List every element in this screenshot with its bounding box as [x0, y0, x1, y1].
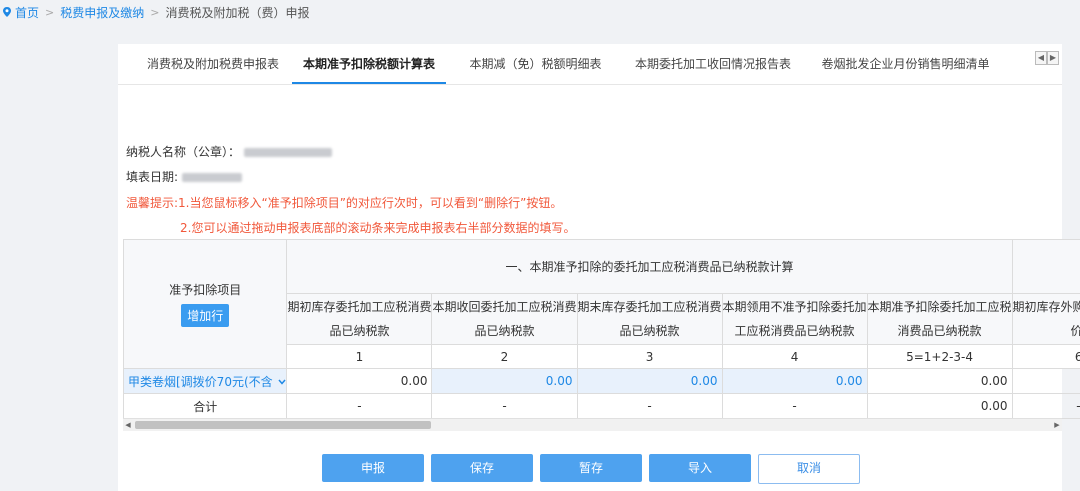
table-row: 合计 - - - - 0.00 - — [122, 393, 1080, 419]
tab-scroll-right-icon[interactable]: ▶ — [1047, 51, 1059, 65]
scrollbar-thumb[interactable] — [135, 421, 431, 429]
taxpayer-name-row: 纳税人名称（公章）： — [126, 143, 332, 160]
scroll-right-arrow-icon[interactable]: ▶ — [1052, 419, 1062, 431]
breadcrumb-tax-filing[interactable]: 税费申报及缴纳 — [60, 4, 144, 21]
fill-date-row: 填表日期: — [126, 168, 242, 185]
tip-text-1: 1.当您鼠标移入“准予扣除项目”的对应行次时，可以看到“删除行”按钮。 — [178, 196, 563, 210]
item-select[interactable]: 甲类卷烟[调拨价70元(不含 — [122, 368, 288, 394]
column-header-3-line1: 期末库存委托加工应税消费 — [577, 300, 722, 314]
column-header-5-line1: 本期准予扣除委托加工应税 — [867, 300, 1012, 314]
total-value-2: - — [431, 393, 578, 419]
column-header-3: 期末库存委托加工应税消费 品已纳税款 — [576, 293, 723, 345]
tip-label: 温馨提示: — [126, 196, 179, 210]
column-header-1-line2: 品已纳税款 — [329, 324, 390, 338]
location-pin-icon — [3, 7, 11, 17]
total-value-6: - — [1011, 393, 1080, 419]
horizontal-scrollbar[interactable]: ◀ ▶ — [123, 418, 1062, 431]
breadcrumb-separator: > — [45, 5, 55, 19]
column-header-6-line2: 价 — [1013, 319, 1080, 343]
column-header-4: 本期领用不准予扣除委托加 工应税消费品已纳税款 — [721, 293, 868, 345]
column-header-2: 本期收回委托加工应税消费 品已纳税款 — [431, 293, 578, 345]
input-value-4[interactable]: 0.00 — [721, 368, 868, 394]
total-value-5: 0.00 — [866, 393, 1013, 419]
breadcrumb-separator: > — [150, 5, 160, 19]
column-header-6-line1: 期初库存外购 — [1012, 300, 1080, 314]
tip-text-2: 2.您可以通过拖动申报表底部的滚动条来完成申报表右半部分数据的填写。 — [180, 221, 576, 235]
chevron-down-icon — [278, 379, 286, 385]
tab-cigarette-wholesale-sales[interactable]: 卷烟批发企业月份销售明细清单 — [818, 44, 993, 84]
tab-deductible-tax-calc[interactable]: 本期准予扣除税额计算表 — [292, 44, 446, 84]
column-header-3-line2: 品已纳税款 — [619, 324, 680, 338]
column-header-2-line2: 品已纳税款 — [474, 324, 535, 338]
item-header: 准予扣除项目 — [169, 283, 242, 297]
column-number-2: 2 — [431, 344, 578, 369]
form-panel: 消费税及附加税费申报表 本期准予扣除税额计算表 本期减（免）税额明细表 本期委托… — [118, 44, 1080, 491]
item-header-cell: 准予扣除项目 增加行 — [122, 239, 288, 369]
total-value-1: - — [286, 393, 433, 419]
taxpayer-name-redacted — [243, 148, 332, 157]
column-header-6: 期初库存外购价 — [1011, 293, 1080, 345]
tip-row-1: 温馨提示:1.当您鼠标移入“准予扣除项目”的对应行次时，可以看到“删除行”按钮。 — [126, 194, 562, 211]
table-row: 甲类卷烟[调拨价70元(不含 0.00 0.00 0.00 0.00 0.00 — [122, 368, 1080, 394]
input-value-3[interactable]: 0.00 — [576, 368, 723, 394]
declare-button[interactable]: 申报 — [322, 454, 424, 482]
column-header-2-line1: 本期收回委托加工应税消费 — [432, 300, 577, 314]
cell-value-5: 0.00 — [866, 368, 1013, 394]
column-header-5-line2: 消费品已纳税款 — [897, 324, 982, 338]
total-value-3: - — [576, 393, 723, 419]
total-value-4: - — [721, 393, 868, 419]
item-select-value: 甲类卷烟[调拨价70元(不含 — [128, 374, 273, 389]
breadcrumb: 首页 > 税费申报及缴纳 > 消费税及附加税（费）申报 — [0, 0, 1080, 24]
fill-date-label: 填表日期: — [126, 170, 179, 184]
scroll-left-arrow-icon[interactable]: ◀ — [123, 419, 133, 431]
column-header-4-line2: 工应税消费品已纳税款 — [734, 324, 855, 338]
tab-consumption-tax-return[interactable]: 消费税及附加税费申报表 — [138, 44, 288, 84]
save-button[interactable]: 保存 — [431, 454, 533, 482]
tab-bar: 消费税及附加税费申报表 本期准予扣除税额计算表 本期减（免）税额明细表 本期委托… — [118, 44, 1062, 85]
input-value-2[interactable]: 0.00 — [431, 368, 578, 394]
add-row-button[interactable]: 增加行 — [181, 304, 230, 327]
column-number-3: 3 — [576, 344, 723, 369]
column-number-6: 6 — [1011, 344, 1080, 369]
cancel-button[interactable]: 取消 — [758, 454, 860, 484]
column-number-4: 4 — [721, 344, 868, 369]
breadcrumb-home[interactable]: 首页 — [15, 4, 39, 21]
breadcrumb-current: 消费税及附加税（费）申报 — [165, 5, 310, 20]
deduction-table: 准予扣除项目 增加行 一、本期准予扣除的委托加工应税消费品已纳税款计算 期初库存… — [122, 239, 1080, 419]
group-header: 一、本期准予扣除的委托加工应税消费品已纳税款计算 — [286, 239, 1013, 294]
group-header-next — [1011, 239, 1080, 294]
taxpayer-name-label: 纳税人名称（公章）： — [126, 145, 241, 159]
column-header-5: 本期准予扣除委托加工应税 消费品已纳税款 — [866, 293, 1013, 345]
total-label: 合计 — [122, 393, 288, 419]
import-button[interactable]: 导入 — [649, 454, 751, 482]
cell-value-1: 0.00 — [286, 368, 433, 394]
column-number-1: 1 — [286, 344, 433, 369]
column-header-4-line1: 本期领用不准予扣除委托加 — [722, 300, 867, 314]
cell-value-6 — [1011, 368, 1080, 394]
column-header-1-line1: 期初库存委托加工应税消费 — [287, 300, 432, 314]
tab-tax-reduction-detail[interactable]: 本期减（免）税额明细表 — [463, 44, 608, 84]
column-number-5: 5=1+2-3-4 — [866, 344, 1013, 369]
temp-save-button[interactable]: 暂存 — [540, 454, 642, 482]
fill-date-redacted — [181, 173, 242, 182]
tab-scroll-left-icon[interactable]: ◀ — [1035, 51, 1047, 65]
tab-entrusted-processing-report[interactable]: 本期委托加工收回情况报告表 — [628, 44, 798, 84]
column-header-1: 期初库存委托加工应税消费 品已纳税款 — [286, 293, 433, 345]
